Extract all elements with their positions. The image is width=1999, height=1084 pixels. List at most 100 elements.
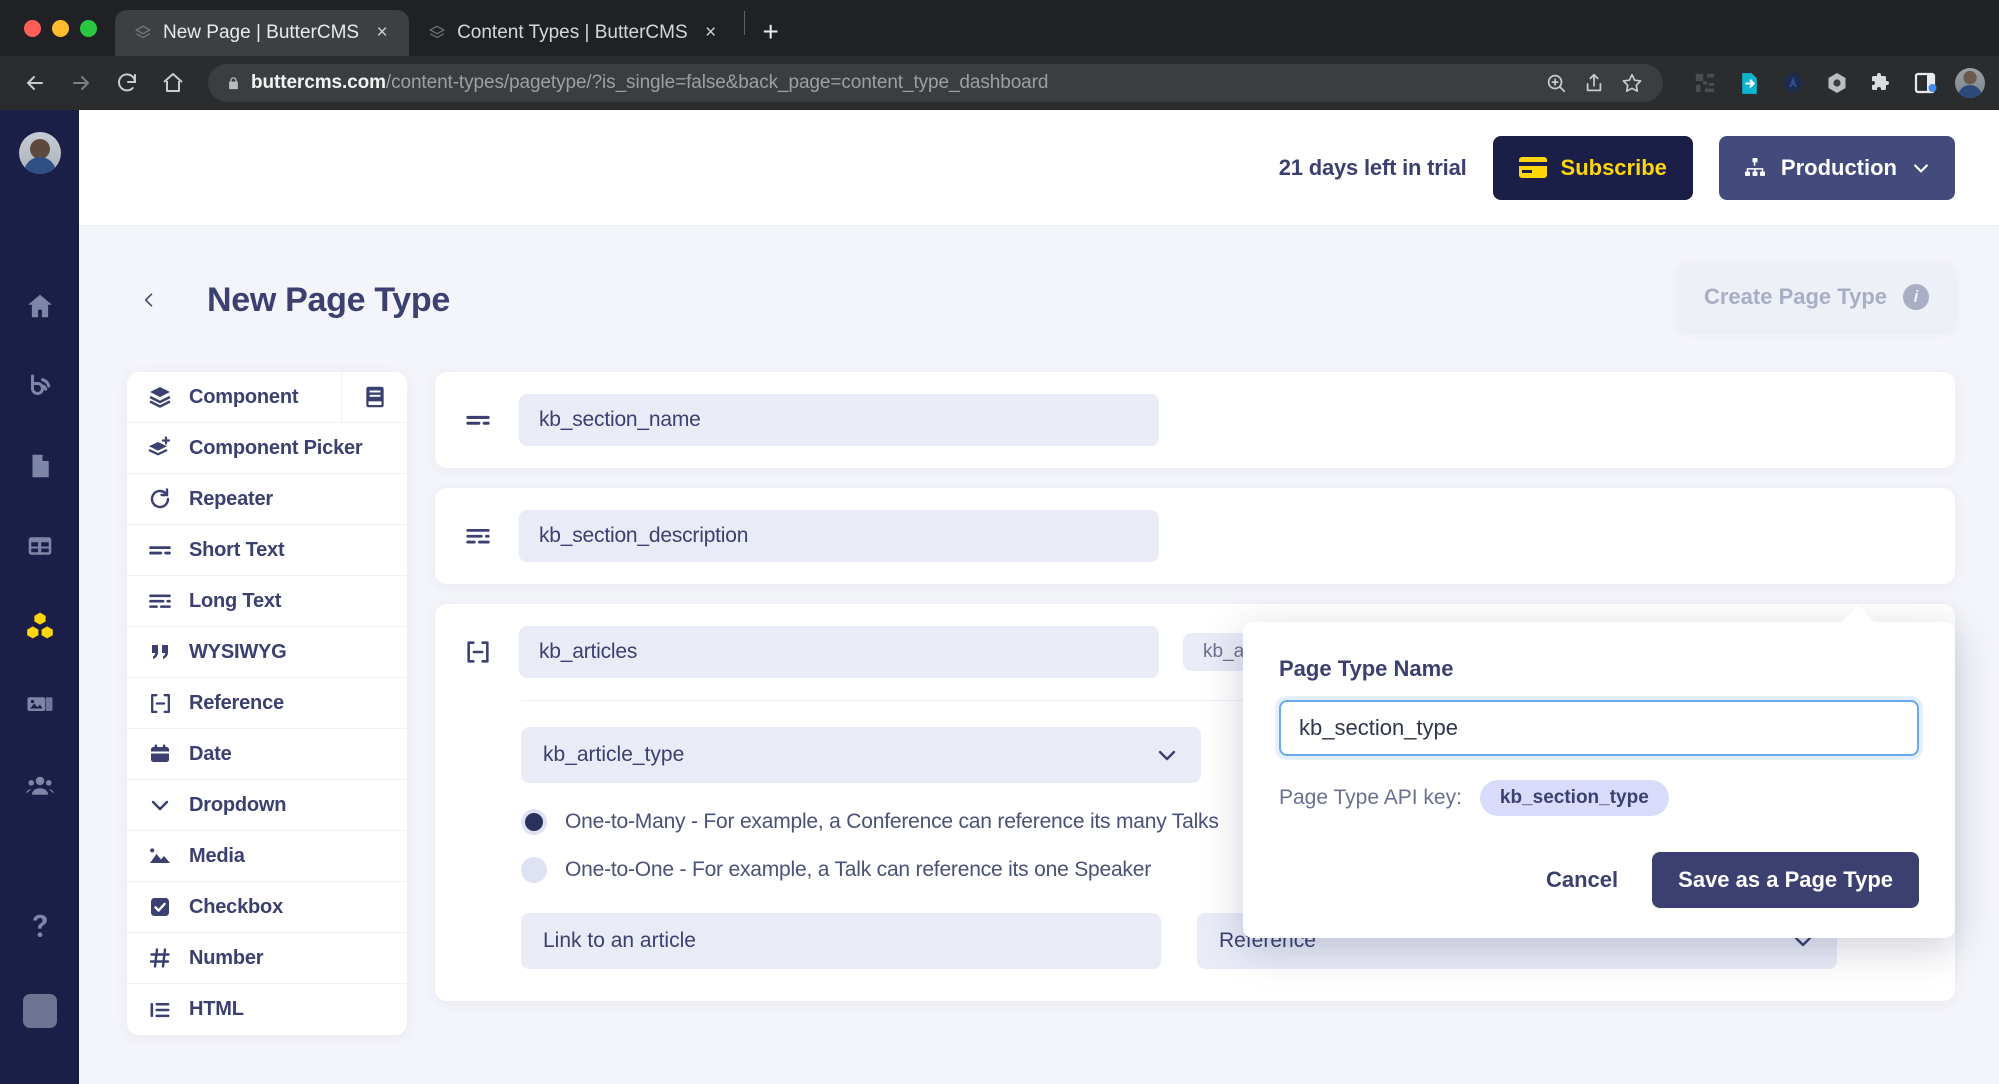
reload-icon[interactable] [106,62,148,104]
save-page-type-button[interactable]: Save as a Page Type [1652,852,1919,908]
palette-item-label: Reference [189,691,284,714]
palette-item-component[interactable]: Component [127,372,407,423]
palette-item-short-text[interactable]: Short Text [127,525,407,576]
browser-tabstrip: New Page | ButterCMS × Content Types | B… [0,0,1999,56]
window-controls[interactable] [14,0,115,56]
hexagon-extension-icon[interactable] [1823,69,1851,97]
radio-indicator[interactable] [521,857,547,883]
radio-label: One-to-One - For example, a Talk can ref… [565,858,1152,881]
palette-item-date[interactable]: Date [127,729,407,780]
palette-item-long-text[interactable]: Long Text [127,576,407,627]
palette-item-number[interactable]: Number [127,933,407,984]
page-header: New Page Type Create Page Type i [127,264,1955,332]
palette-item-label: Repeater [189,487,273,510]
shield-extension-icon[interactable] [1779,69,1807,97]
palette-item-html[interactable]: HTML [127,984,407,1035]
calendar-icon [147,742,173,766]
palette-item-wysiwyg[interactable]: WYSIWYG [127,627,407,678]
palette-item-checkbox[interactable]: Checkbox [127,882,407,933]
sidebar-item-bottom-panel[interactable] [22,994,57,1028]
environment-selector[interactable]: Production [1718,135,1955,200]
sidebar-item-media[interactable] [0,666,79,746]
chrome-profile-avatar[interactable] [1955,68,1985,98]
app-topbar: 21 days left in trial Subscribe Producti… [79,110,1999,226]
tab-close-icon[interactable]: × [369,20,395,46]
tab-title: Content Types | ButterCMS [457,22,688,43]
bookmark-star-icon[interactable] [1619,70,1645,96]
sidebar-item-blog[interactable] [0,346,79,426]
sidebar-item-home[interactable] [0,266,79,346]
page-type-name-popover: Page Type Name kb_section_type Page Type… [1243,622,1955,938]
field-name-input[interactable]: kb_section_description [519,510,1159,562]
zoom-in-icon[interactable] [1543,70,1569,96]
address-bar[interactable]: buttercms.com/content-types/pagetype/?is… [208,64,1663,102]
popover-label: Page Type Name [1279,656,1454,681]
palette-item-component-picker[interactable]: Component Picker [127,423,407,474]
field-card-kb-section-name: kb_section_name [435,372,1955,468]
palette-item-dropdown[interactable]: Dropdown [127,780,407,831]
tab-divider [743,11,745,35]
page-type-name-input[interactable]: kb_section_type [1279,700,1919,756]
reference-icon [461,638,495,666]
popover-actions: Cancel Save as a Page Type [1279,852,1919,908]
palette-item-repeater[interactable]: Repeater [127,474,407,525]
qr-code-icon[interactable] [1691,69,1719,97]
reference-target-select[interactable]: kb_article_type [521,727,1201,783]
sidebar-item-pages[interactable] [0,426,79,506]
forward-icon[interactable] [60,62,102,104]
back-icon[interactable] [14,62,56,104]
sidebar-item-content-types[interactable] [0,586,79,666]
share-icon[interactable] [1581,70,1607,96]
component-library-button[interactable] [341,372,407,422]
field-name-input[interactable]: kb_articles [519,626,1159,678]
new-tab-button[interactable]: + [751,12,791,52]
subscribe-button[interactable]: Subscribe [1492,135,1693,200]
page-content: New Page Type Create Page Type i Compone… [79,226,1999,1084]
puzzle-extensions-icon[interactable] [1867,69,1895,97]
api-key-label: Page Type API key: [1279,786,1462,809]
reference-target-value: kb_article_type [543,743,685,766]
field-name-input[interactable]: kb_section_name [519,394,1159,446]
trial-status-text: 21 days left in trial [1278,154,1467,180]
helper-text-input[interactable]: Link to an article [521,913,1161,969]
app-main-area: 21 days left in trial Subscribe Producti… [79,110,1999,1084]
long-text-icon [147,588,173,614]
address-bar-url: buttercms.com/content-types/pagetype/?is… [251,72,1048,94]
layers-plus-icon [147,436,173,460]
quote-icon [147,640,173,664]
sidebar-item-collections[interactable] [0,506,79,586]
extension-icons [1677,68,1985,98]
environment-label: Production [1780,154,1897,180]
tab-close-icon[interactable]: × [698,20,724,46]
sidebar-item-help[interactable] [0,886,79,966]
radio-indicator[interactable] [521,809,547,835]
info-icon[interactable]: i [1903,284,1929,310]
palette-item-label: Component Picker [189,436,363,459]
minimize-window-button[interactable] [52,19,69,37]
sidebar-user-avatar[interactable] [18,132,61,174]
maximize-window-button[interactable] [80,19,97,37]
cancel-button[interactable]: Cancel [1524,853,1640,907]
sidebar-item-team[interactable] [0,746,79,826]
url-path: /content-types/pagetype/?is_single=false… [385,72,1049,93]
close-window-button[interactable] [24,19,41,37]
browser-window: New Page | ButterCMS × Content Types | B… [0,0,1999,1084]
popover-api-key-row: Page Type API key: kb_section_type [1279,780,1919,816]
browser-tab-1[interactable]: New Page | ButterCMS × [115,10,410,56]
palette-item-label: Media [189,844,245,867]
back-to-list-button[interactable] [127,278,171,322]
app-sidebar-rail [0,110,79,1084]
field-card-kb-section-description: kb_section_description [435,488,1955,584]
tab-favicon-icon [133,23,153,43]
api-key-value: kb_section_type [1479,780,1669,816]
palette-item-media[interactable]: Media [127,831,407,882]
browser-tab-2[interactable]: Content Types | ButterCMS × [409,10,738,56]
create-page-type-button[interactable]: Create Page Type i [1677,264,1955,330]
long-text-icon [461,522,495,550]
palette-item-reference[interactable]: Reference [127,678,407,729]
import-extension-icon[interactable] [1735,69,1763,97]
side-panel-icon[interactable] [1911,69,1939,97]
chevron-down-icon [147,793,173,817]
home-icon[interactable] [152,62,194,104]
short-text-icon [461,406,495,434]
